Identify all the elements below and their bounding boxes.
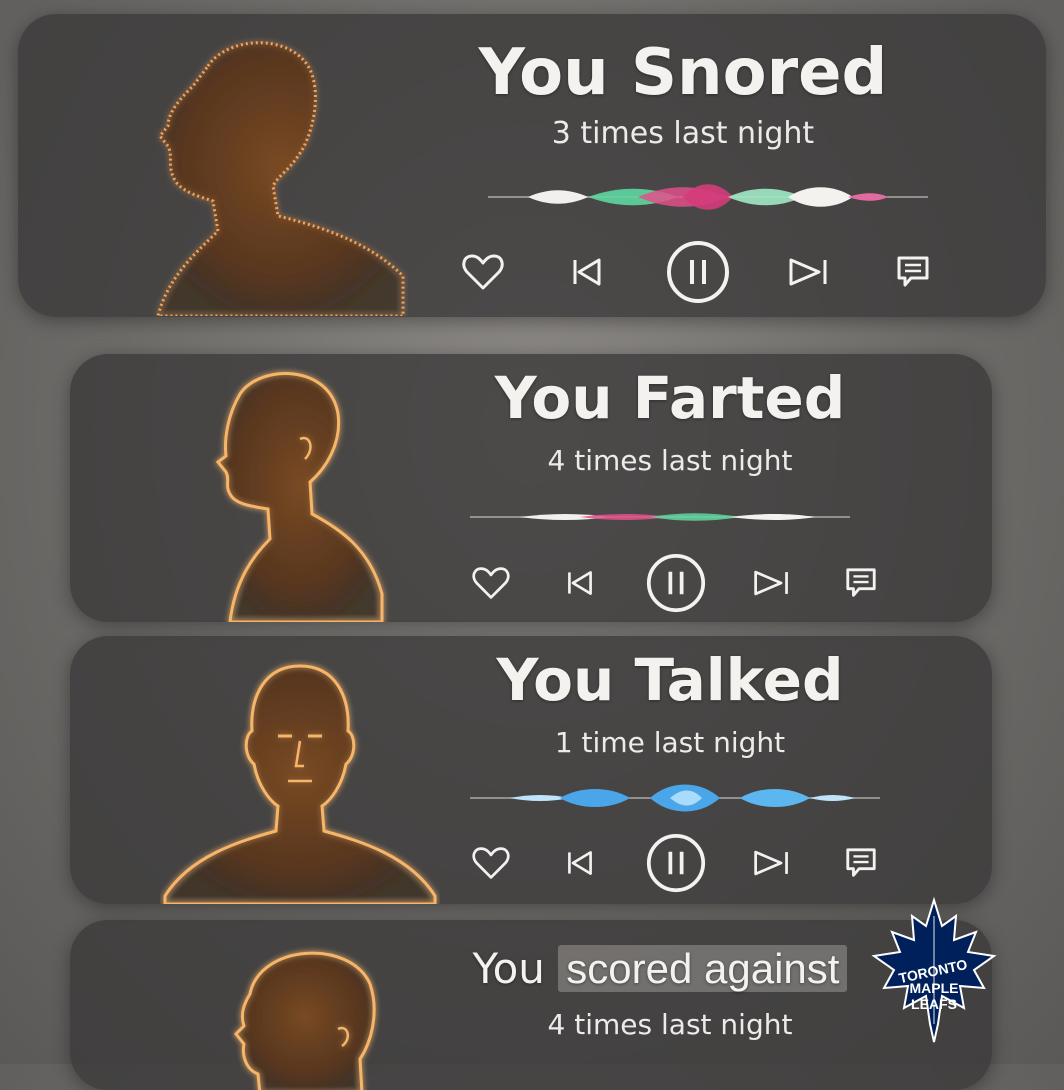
card-title: You Snored xyxy=(478,36,888,110)
skip-forward-icon[interactable] xyxy=(747,558,797,608)
card-title: You scored against xyxy=(410,944,910,993)
heart-icon[interactable] xyxy=(458,247,508,297)
talk-card[interactable]: You Talked 1 time last night xyxy=(70,636,992,904)
card-title: You Farted xyxy=(494,364,846,432)
title-prefix: You xyxy=(472,944,545,993)
head-profile-figure xyxy=(156,41,405,316)
title-highlight: scored against xyxy=(558,945,848,992)
heart-icon[interactable] xyxy=(466,558,516,608)
pause-icon[interactable] xyxy=(644,551,708,615)
card-title: You Talked xyxy=(496,646,844,714)
card-subtitle: 4 times last night xyxy=(547,1008,793,1041)
audio-waveform xyxy=(470,513,850,521)
playback-controls xyxy=(466,552,886,614)
skip-forward-icon[interactable] xyxy=(747,838,797,888)
playback-controls xyxy=(466,832,886,894)
logo-line-3: LEAFS xyxy=(911,996,957,1012)
card-subtitle: 4 times last night xyxy=(547,444,793,477)
head-profile-figure xyxy=(233,951,376,1090)
skip-forward-icon[interactable] xyxy=(784,247,834,297)
playback-controls xyxy=(458,240,938,304)
comment-icon[interactable] xyxy=(836,838,886,888)
maple-leafs-logo: TORONTO MAPLE LEAFS xyxy=(871,896,997,1043)
head-profile-figure xyxy=(215,372,384,622)
pause-icon[interactable] xyxy=(644,831,708,895)
comment-icon[interactable] xyxy=(836,558,886,608)
comment-icon[interactable] xyxy=(888,247,938,297)
snore-card[interactable]: You Snored 3 times last night xyxy=(18,14,1046,317)
audio-waveform xyxy=(488,184,928,210)
skip-back-icon[interactable] xyxy=(555,558,605,608)
scored-card[interactable]: You scored against 4 times last night xyxy=(70,920,992,1090)
head-front-figure xyxy=(163,664,437,904)
audio-waveform xyxy=(470,784,880,812)
card-subtitle: 1 time last night xyxy=(554,726,786,759)
card-subtitle: 3 times last night xyxy=(551,116,815,151)
pause-icon[interactable] xyxy=(666,240,730,304)
fart-card[interactable]: You Farted 4 times last night xyxy=(70,354,992,622)
skip-back-icon[interactable] xyxy=(555,838,605,888)
logo-line-2: MAPLE xyxy=(910,980,959,996)
heart-icon[interactable] xyxy=(466,838,516,888)
skip-back-icon[interactable] xyxy=(562,247,612,297)
